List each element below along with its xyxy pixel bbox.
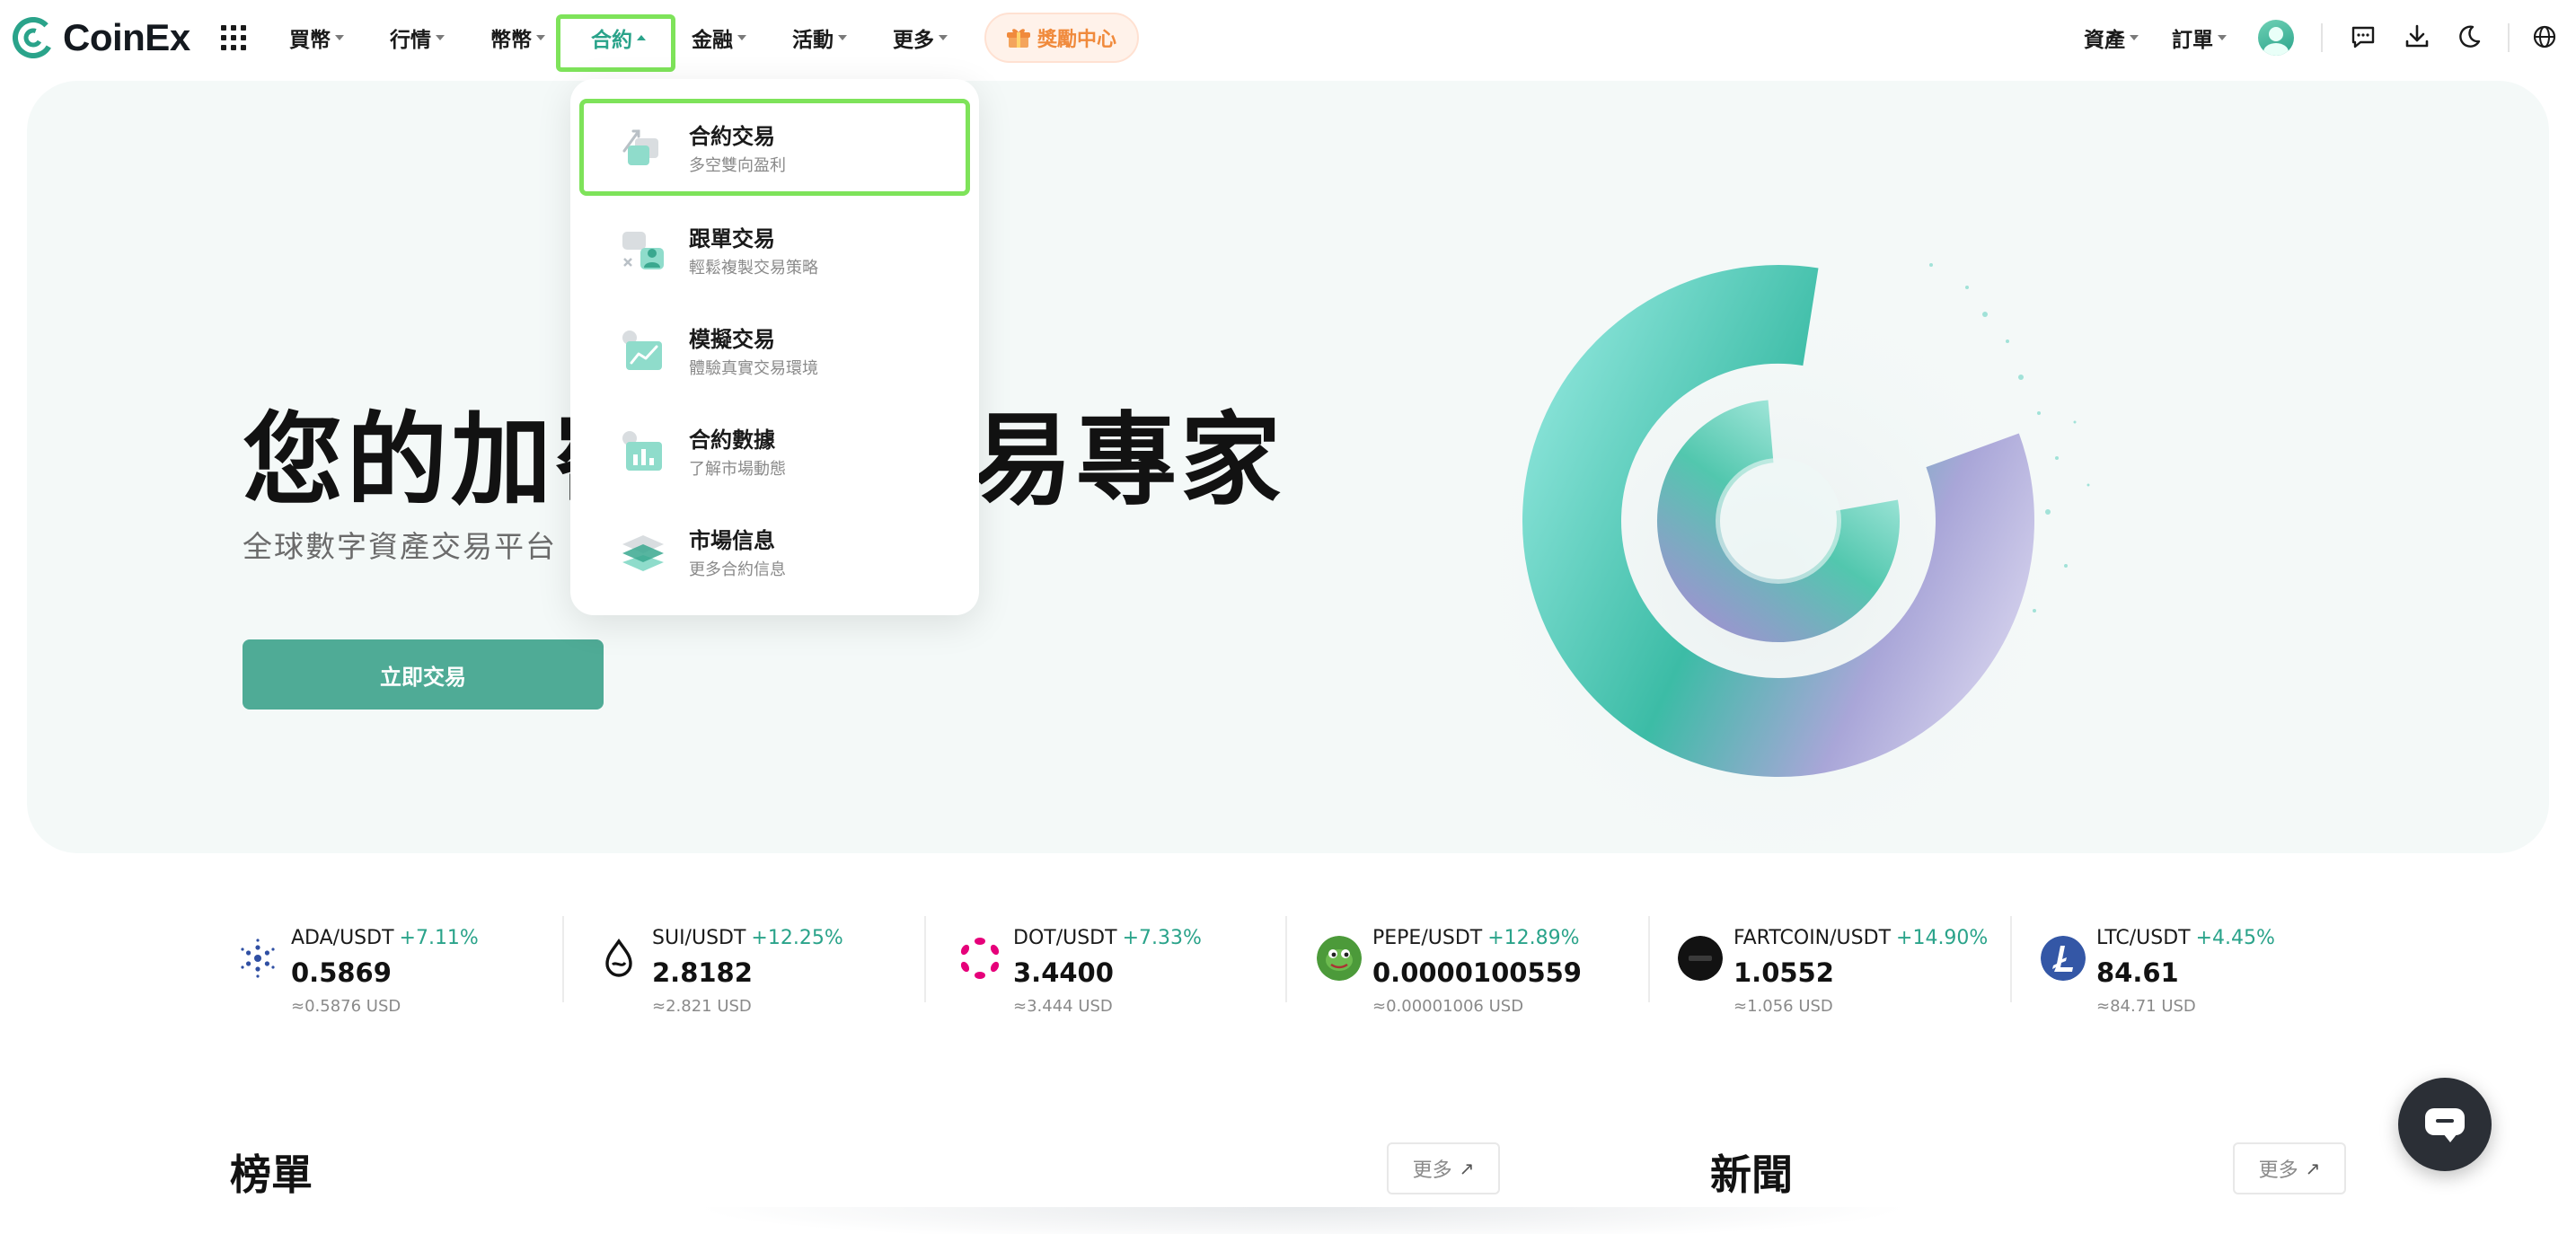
chevron-down-icon [436, 35, 445, 40]
dark-mode-icon[interactable] [2456, 23, 2483, 50]
menu-item-demo-trading[interactable]: 模擬交易 體驗真實交易環境 [579, 302, 970, 399]
futures-dropdown-menu: 合約交易 多空雙向盈利 跟單交易 輕鬆複製交易策略 模擬交易 體驗真實交易環境 [570, 79, 979, 615]
demo-trade-icon [622, 331, 662, 370]
divider [2508, 23, 2510, 52]
download-icon[interactable] [2404, 23, 2430, 50]
chevron-down-icon [939, 35, 948, 40]
rankings-more-button[interactable]: 更多 ↗ [1387, 1142, 1500, 1194]
divider [924, 916, 926, 1002]
ticker-item-ada[interactable]: ADA/USDT +7.11% 0.5869 ≈0.5876 USD [235, 916, 595, 1016]
copy-trade-icon [622, 232, 664, 269]
nav-item-futures[interactable]: 合約 [591, 22, 646, 54]
nav-item-more[interactable]: 更多 [893, 22, 948, 54]
arrow-up-right-icon: ↗ [2305, 1158, 2321, 1179]
section-shadow [692, 1207, 1913, 1234]
nav-item-buy-crypto[interactable]: 買幣 [289, 22, 344, 54]
ticker-item-sui[interactable]: SUI/USDT +12.25% 2.8182 ≈2.821 USD [596, 916, 956, 1016]
nav-item-events[interactable]: 活動 [792, 22, 847, 54]
divider [2321, 23, 2323, 52]
price-ticker: ADA/USDT +7.11% 0.5869 ≈0.5876 USD SUI/US… [0, 898, 2576, 1016]
chevron-down-icon [737, 35, 746, 40]
chevron-down-icon [2218, 35, 2227, 40]
user-avatar[interactable] [2258, 20, 2294, 56]
menu-item-market-info[interactable]: 市場信息 更多合約信息 [579, 503, 970, 600]
coinex-3d-logo-illustration [1446, 225, 2093, 853]
gift-icon [1006, 29, 1030, 48]
chevron-down-icon [838, 35, 847, 40]
globe-language-icon[interactable] [2531, 23, 2558, 50]
menu-item-futures-trading[interactable]: 合約交易 多空雙向盈利 [579, 99, 970, 196]
chevron-down-icon [536, 35, 545, 40]
chevron-down-icon [2130, 35, 2139, 40]
chevron-down-icon [335, 35, 344, 40]
assets-menu[interactable]: 資產 [2084, 22, 2139, 54]
coinex-logo[interactable]: CoinEx [13, 16, 190, 59]
hero-banner: 您的加密資產交易專家 全球數字資產交易平台 立即交易 [27, 81, 2549, 853]
arrow-up-right-icon: ↗ [1459, 1158, 1475, 1179]
nav-item-markets[interactable]: 行情 [390, 22, 445, 54]
rewards-center-button[interactable]: 獎勵中心 [984, 13, 1139, 63]
ticker-item-dot[interactable]: DOT/USDT +7.33% 3.4400 ≈3.444 USD [957, 916, 1317, 1016]
divider [562, 916, 564, 1002]
divider [1648, 916, 1650, 1002]
brand-name: CoinEx [63, 16, 190, 58]
menu-item-copy-trading[interactable]: 跟單交易 輕鬆複製交易策略 [579, 201, 970, 298]
ticker-item-ltc[interactable]: LTC/USDT +4.45% 84.61 ≈84.71 USD [2041, 916, 2400, 1016]
pepe-icon [1317, 936, 1362, 981]
market-info-icon [622, 535, 664, 571]
apps-grid-icon[interactable] [221, 25, 246, 50]
fartcoin-icon [1678, 936, 1723, 981]
dot-icon [960, 938, 1000, 979]
news-more-button[interactable]: 更多 ↗ [2233, 1142, 2346, 1194]
ticker-item-pepe[interactable]: PEPE/USDT +12.89% 0.0000100559 ≈0.0000100… [1317, 916, 1676, 1016]
message-icon[interactable] [2350, 23, 2377, 50]
ticker-item-fartcoin[interactable]: FARTCOIN/USDT +14.90% 1.0552 ≈1.056 USD [1678, 916, 2037, 1016]
divider [1285, 916, 1287, 1002]
menu-item-futures-data[interactable]: 合約數據 了解市場動態 [579, 402, 970, 499]
ada-icon [241, 939, 275, 978]
nav-item-finance[interactable]: 金融 [692, 22, 746, 54]
orders-menu[interactable]: 訂單 [2172, 22, 2227, 54]
futures-data-icon [622, 431, 662, 471]
sui-icon [605, 939, 632, 977]
trade-now-button[interactable]: 立即交易 [243, 639, 604, 710]
futures-trade-icon [622, 129, 658, 165]
ltc-icon [2041, 936, 2086, 981]
chevron-up-icon [637, 35, 646, 40]
rankings-title: 榜單 [230, 1150, 313, 1199]
support-chat-button[interactable] [2398, 1078, 2492, 1171]
divider [2010, 916, 2012, 1002]
nav-item-spot[interactable]: 幣幣 [490, 22, 545, 54]
hero-subtitle: 全球數字資產交易平台 [243, 529, 557, 564]
news-title: 新聞 [1710, 1150, 1793, 1199]
coinex-logo-icon [13, 17, 54, 58]
top-navbar: CoinEx 買幣 行情 幣幣 合約 金融 活動 更多 獎勵中心 資產 訂單 [0, 0, 2576, 75]
